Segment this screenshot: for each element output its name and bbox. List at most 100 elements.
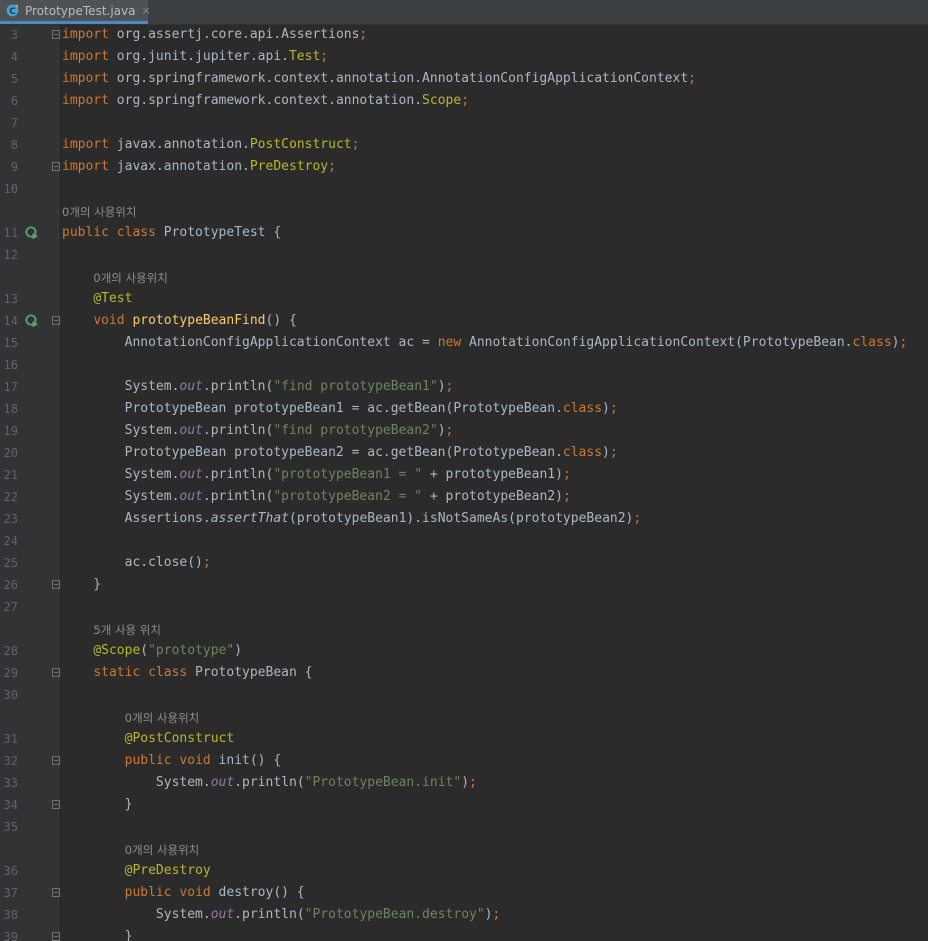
fold-icon[interactable] bbox=[52, 668, 60, 677]
code-token: ; bbox=[688, 71, 696, 86]
line-number: 3 bbox=[10, 28, 18, 42]
code-line[interactable]: 16 bbox=[0, 354, 928, 376]
close-tab-icon[interactable]: × bbox=[141, 4, 150, 17]
editor-window: C PrototypeTest.java × 3 import org.asser… bbox=[0, 0, 928, 941]
code-line[interactable]: 39 } bbox=[0, 926, 928, 941]
code-line[interactable]: 3 import org.assertj.core.api.Assertions; bbox=[0, 24, 928, 46]
usage-hint[interactable]: 0개의 사용위치 bbox=[93, 266, 167, 288]
tab-prototypetest-java[interactable]: C PrototypeTest.java × bbox=[0, 0, 151, 24]
line-number: 6 bbox=[10, 94, 18, 108]
usage-hint[interactable]: 5개 사용 위치 bbox=[93, 618, 161, 640]
code-token: class bbox=[562, 445, 603, 460]
code-line[interactable]: 30 bbox=[0, 684, 928, 706]
code-token: class bbox=[562, 401, 603, 416]
code-token: javax.annotation. bbox=[108, 137, 250, 152]
line-number: 12 bbox=[3, 248, 18, 262]
code-line[interactable]: 11 public class PrototypeTest { bbox=[0, 222, 928, 244]
code-line[interactable]: 34 } bbox=[0, 794, 928, 816]
code-line[interactable]: 35 bbox=[0, 816, 928, 838]
fold-icon[interactable] bbox=[52, 580, 60, 589]
fold-icon[interactable] bbox=[52, 316, 60, 325]
code-text: ac.close(); bbox=[62, 552, 211, 574]
line-number: 19 bbox=[3, 424, 18, 438]
code-text: void prototypeBeanFind() { bbox=[62, 310, 297, 332]
code-token: out bbox=[179, 489, 203, 504]
code-line[interactable]: 33 System.out.println("PrototypeBean.ini… bbox=[0, 772, 928, 794]
code-line[interactable]: 19 System.out.println("find prototypeBea… bbox=[0, 420, 928, 442]
line-number: 15 bbox=[3, 336, 18, 350]
code-line[interactable]: 21 System.out.println("prototypeBean1 = … bbox=[0, 464, 928, 486]
code-token: PreDestroy bbox=[249, 159, 329, 174]
code-line[interactable]: 4 import org.junit.jupiter.api.Test; bbox=[0, 46, 928, 68]
code-line[interactable]: 36 @PreDestroy bbox=[0, 860, 928, 882]
code-line[interactable]: 7 bbox=[0, 112, 928, 134]
code-token: ) bbox=[602, 445, 610, 460]
code-line[interactable]: 25 ac.close(); bbox=[0, 552, 928, 574]
usage-hint[interactable]: 0개의 사용위치 bbox=[125, 706, 199, 728]
code-token: ; bbox=[359, 27, 368, 42]
code-text: System.out.println("find prototypeBean1"… bbox=[62, 376, 454, 398]
code-line[interactable]: 23 Assertions.assertThat(prototypeBean1)… bbox=[0, 508, 928, 530]
code-text: import org.assertj.core.api.Assertions; bbox=[62, 24, 367, 46]
usage-hint[interactable]: 0개의 사용위치 bbox=[125, 838, 199, 860]
code-line[interactable]: 13 @Test bbox=[0, 288, 928, 310]
line-number: 8 bbox=[10, 138, 18, 152]
run-test-icon[interactable] bbox=[25, 314, 39, 328]
code-token: out bbox=[179, 423, 203, 438]
code-token: ; bbox=[562, 489, 571, 504]
code-line[interactable]: 32 public void init() { bbox=[0, 750, 928, 772]
code-line[interactable]: 15 AnnotationConfigApplicationContext ac… bbox=[0, 332, 928, 354]
line-number: 36 bbox=[3, 864, 18, 878]
code-token: org.junit.jupiter.api. bbox=[108, 49, 289, 64]
code-text: public void destroy() { bbox=[62, 882, 305, 904]
run-test-icon[interactable] bbox=[25, 226, 39, 240]
fold-icon[interactable] bbox=[52, 888, 60, 897]
line-number: 9 bbox=[10, 160, 18, 174]
code-line[interactable]: 27 bbox=[0, 596, 928, 618]
code-line[interactable]: 18 PrototypeBean prototypeBean1 = ac.get… bbox=[0, 398, 928, 420]
fold-icon[interactable] bbox=[52, 162, 60, 171]
usage-hint[interactable]: 0개의 사용위치 bbox=[62, 200, 136, 222]
code-token: .println( bbox=[202, 467, 274, 482]
code-line[interactable]: 6 import org.springframework.context.anno… bbox=[0, 90, 928, 112]
code-token: init() { bbox=[210, 753, 282, 768]
code-line[interactable]: 14 void prototypeBeanFind() { bbox=[0, 310, 928, 332]
line-number: 33 bbox=[3, 776, 18, 790]
code-line[interactable]: 8 import javax.annotation.PostConstruct; bbox=[0, 134, 928, 156]
code-line[interactable]: 28 @Scope("prototype") bbox=[0, 640, 928, 662]
code-line[interactable]: 24 bbox=[0, 530, 928, 552]
code-token: ; bbox=[351, 137, 360, 152]
code-line[interactable]: 37 public void destroy() { bbox=[0, 882, 928, 904]
code-token: class bbox=[852, 335, 892, 350]
code-line[interactable]: 22 System.out.println("prototypeBean2 = … bbox=[0, 486, 928, 508]
code-line[interactable]: 29 static class PrototypeBean { bbox=[0, 662, 928, 684]
code-line[interactable]: 9 import javax.annotation.PreDestroy; bbox=[0, 156, 928, 178]
fold-icon[interactable] bbox=[52, 800, 60, 809]
code-line[interactable]: 10 bbox=[0, 178, 928, 200]
fold-icon[interactable] bbox=[52, 756, 60, 765]
code-token: ; bbox=[469, 775, 477, 790]
code-line[interactable]: 12 bbox=[0, 244, 928, 266]
code-text: import org.springframework.context.annot… bbox=[62, 68, 696, 90]
code-token: () { bbox=[265, 313, 297, 328]
code-token: destroy() { bbox=[210, 885, 305, 900]
code-line[interactable]: 20 PrototypeBean prototypeBean2 = ac.get… bbox=[0, 442, 928, 464]
code-line[interactable]: 38 System.out.println("PrototypeBean.des… bbox=[0, 904, 928, 926]
code-line[interactable]: 5 import org.springframework.context.anno… bbox=[0, 68, 928, 90]
code-token: import bbox=[62, 137, 109, 152]
code-text: public void init() { bbox=[62, 750, 282, 772]
code-text: @Scope("prototype") bbox=[62, 640, 242, 662]
code-text: import javax.annotation.PreDestroy; bbox=[62, 156, 336, 178]
code-text: AnnotationConfigApplicationContext ac = … bbox=[62, 332, 908, 354]
code-line[interactable]: 17 System.out.println("find prototypeBea… bbox=[0, 376, 928, 398]
code-line[interactable]: 26 } bbox=[0, 574, 928, 596]
fold-icon[interactable] bbox=[52, 932, 60, 941]
fold-icon[interactable] bbox=[52, 30, 60, 39]
code-token: public void bbox=[124, 753, 211, 768]
code-line[interactable]: 31 @PostConstruct bbox=[0, 728, 928, 750]
code-token: } bbox=[62, 577, 102, 592]
line-number: 34 bbox=[3, 798, 18, 812]
code-token: "find prototypeBean1" bbox=[273, 379, 438, 394]
code-token: PrototypeBean prototypeBean1 = ac.getBea… bbox=[62, 401, 563, 416]
